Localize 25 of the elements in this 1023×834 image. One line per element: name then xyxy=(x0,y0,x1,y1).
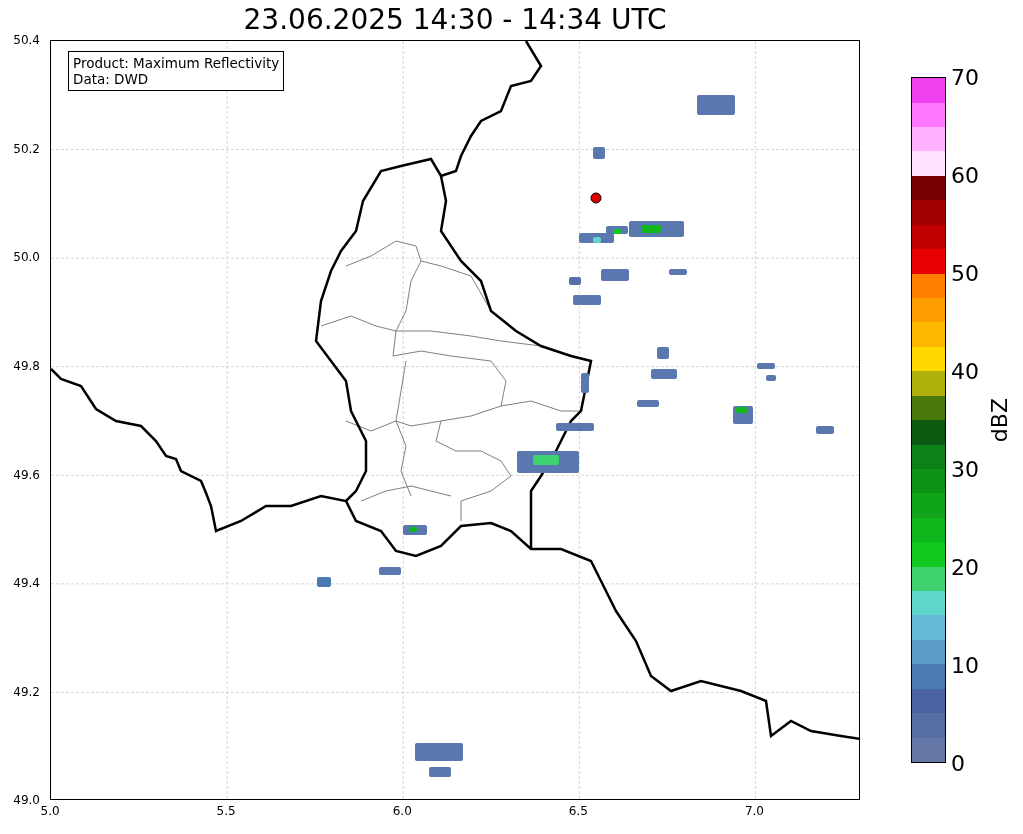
y-tick-label: 50.2 xyxy=(13,140,41,158)
y-tick-label: 49.2 xyxy=(13,683,41,701)
colorbar-tick-label: 70 xyxy=(951,64,979,90)
y-tick-label: 49.6 xyxy=(13,466,41,484)
location-marker xyxy=(590,192,602,204)
colorbar-tick-label: 30 xyxy=(951,456,979,482)
colorbar-tick-label: 0 xyxy=(951,750,965,776)
x-tick-label: 6.0 xyxy=(392,804,412,818)
colorbar-tick-label: 60 xyxy=(951,162,979,188)
data-source-label: Data: DWD xyxy=(73,71,150,87)
x-tick-label: 7.0 xyxy=(744,804,764,818)
colorbar-label: dBZ xyxy=(987,397,1012,443)
y-tick-label: 50.4 xyxy=(13,32,41,50)
x-tick-label: 5.0 xyxy=(40,804,60,818)
y-tick-label: 49.4 xyxy=(13,575,41,593)
colorbar-tick-label: 10 xyxy=(951,652,979,678)
x-tick-label: 5.5 xyxy=(216,804,236,818)
chart-title: 23.06.2025 14:30 - 14:34 UTC xyxy=(242,2,668,38)
y-tick-label: 50.0 xyxy=(13,249,41,267)
x-tick-label: 6.5 xyxy=(568,804,588,818)
colorbar-tick-label: 50 xyxy=(951,260,979,286)
colorbar-tick-label: 40 xyxy=(951,358,979,384)
y-tick-label: 49.8 xyxy=(13,357,41,375)
product-label: Product: Maximum Reflectivity xyxy=(73,55,280,71)
colorbar-tick-label: 20 xyxy=(951,554,979,580)
